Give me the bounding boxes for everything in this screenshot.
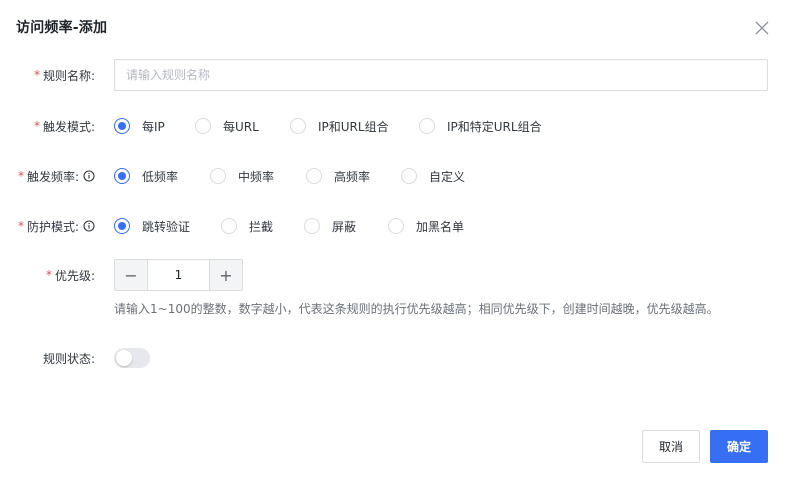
radio-dot [306,168,322,184]
trigger-mode-row: * 触发模式: 每IP 每URL IP和URL组合 IP和特定URL组合 [0,110,789,142]
radio-intercept[interactable]: 拦截 [221,218,273,235]
priority-label: * 优先级: [45,268,95,283]
radio-dot [114,168,130,184]
rule-name-input[interactable] [114,59,768,91]
priority-stepper: − 1 + [114,259,243,291]
radio-redirect-verify[interactable]: 跳转验证 [114,218,190,235]
dialog-title: 访问频率-添加 [16,20,108,36]
rule-status-row: 规则状态: [0,342,789,374]
close-icon [755,21,769,35]
required-mark: * [33,68,40,82]
radio-per-ip[interactable]: 每IP [114,118,165,135]
radio-dot [388,218,404,234]
rule-status-label: 规则状态: [42,351,95,366]
toggle-knob [116,350,132,366]
radio-dot [210,168,226,184]
increment-button[interactable]: + [210,260,242,290]
priority-value-input[interactable]: 1 [147,260,210,290]
protection-mode-label: * 防护模式: [18,218,95,235]
trigger-frequency-label: * 触发频率: [18,168,95,185]
close-button[interactable] [752,18,772,38]
radio-ip-url-combo[interactable]: IP和URL组合 [290,118,389,135]
radio-dot [401,168,417,184]
radio-dot [419,118,435,134]
confirm-button[interactable]: 确定 [710,430,768,463]
radio-block[interactable]: 屏蔽 [304,218,356,235]
radio-per-url[interactable]: 每URL [195,118,259,135]
radio-ip-specific-url-combo[interactable]: IP和特定URL组合 [419,118,542,135]
protection-mode-row: * 防护模式: 跳转验证 拦截 屏蔽 加黑名单 [0,210,789,242]
radio-dot [290,118,306,134]
priority-hint: 请输入1~100的整数，数字越小，代表这条规则的执行优先级越高；相同优先级下，创… [114,302,719,316]
trigger-mode-label: * 触发模式: [33,119,95,134]
radio-dot [195,118,211,134]
radio-high-frequency[interactable]: 高频率 [306,168,370,185]
info-circle-icon[interactable] [83,170,95,182]
info-circle-icon[interactable] [83,220,95,232]
decrement-button[interactable]: − [115,260,147,290]
radio-blacklist[interactable]: 加黑名单 [388,218,464,235]
radio-dot [221,218,237,234]
add-access-frequency-dialog: 访问频率-添加 * 规则名称: * 触发模式: 每IP 每URL [0,0,789,481]
cancel-button[interactable]: 取消 [642,430,700,463]
trigger-frequency-row: * 触发频率: 低频率 中频率 高频率 自定义 [0,160,789,192]
radio-dot [114,118,130,134]
radio-custom-frequency[interactable]: 自定义 [401,168,465,185]
rule-status-toggle[interactable] [114,348,150,368]
radio-dot [114,218,130,234]
radio-medium-frequency[interactable]: 中频率 [210,168,274,185]
priority-row: * 优先级: − 1 + [0,259,789,291]
radio-dot [304,218,320,234]
rule-name-label: * 规则名称: [33,68,95,83]
rule-name-row: * 规则名称: [0,59,789,91]
radio-low-frequency[interactable]: 低频率 [114,168,178,185]
